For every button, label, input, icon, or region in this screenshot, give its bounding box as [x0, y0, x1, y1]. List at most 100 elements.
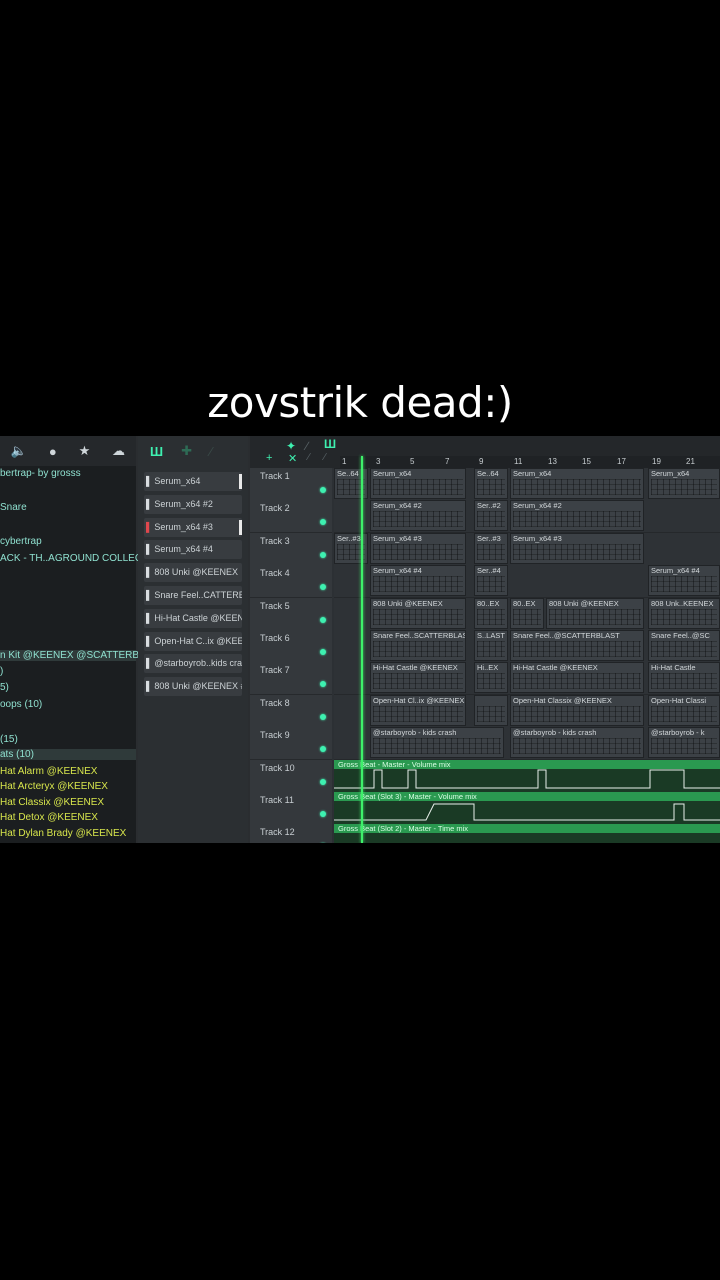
track-header[interactable]: Track 3 [250, 532, 332, 566]
pattern-clip[interactable]: @starboyrob - k [648, 727, 720, 759]
track-lane[interactable]: Snare Feel..SCATTERBLAST S..LAST Snare Fee… [334, 630, 720, 663]
pattern-clip[interactable]: Serum_x64 #3 [510, 532, 644, 564]
pattern-clip[interactable]: Serum_x64 #2 [370, 500, 466, 532]
pattern-clip[interactable]: @starboyrob - kids crash [510, 727, 644, 759]
pattern-clip[interactable]: Open-Hat Cl..ix @KEENEX [370, 694, 466, 726]
track-lane[interactable]: Serum_x64 #4 Ser..#4 Serum_x64 #4 [334, 565, 720, 599]
browser-file-item[interactable]: Hat Alarm @KEENEX [0, 766, 97, 777]
browser-folder-item[interactable]: n Kit @KEENEX @SCATTERBLAST [0, 650, 164, 661]
pattern-clip[interactable]: Serum_x64 #3 [370, 532, 466, 564]
track-lane[interactable]: Ser..#3 Serum_x64 #3 Ser..#3 Serum_x64 #3 [334, 532, 720, 566]
pattern-clip[interactable]: 80..EX [510, 597, 544, 629]
pattern-clip[interactable]: Snare Feel..@SCATTERBLAST [510, 630, 644, 661]
track-header[interactable]: Track 2 [250, 500, 332, 534]
channel-button[interactable]: ▌ Serum_x64 #2 [144, 494, 242, 514]
pattern-clip[interactable]: Serum_x64 [648, 468, 720, 499]
browser-folder-item[interactable]: ats (10) [0, 749, 136, 760]
add-icon[interactable]: ✚ [181, 443, 192, 459]
pattern-clip[interactable]: Hi-Hat Castle [648, 662, 720, 694]
track-header[interactable]: Track 11 [250, 792, 332, 825]
track-enable-led[interactable] [320, 713, 326, 720]
pattern-clip[interactable]: Snare Feel..@SC [648, 630, 720, 661]
browser-folder-item[interactable]: 5) [0, 682, 9, 693]
track-enable-led[interactable] [320, 487, 326, 493]
pattern-clip[interactable]: Ser..#2 [474, 500, 508, 532]
browser-file-item[interactable]: Hat Dylan Brady @KEENEX [0, 828, 126, 839]
automation-clip[interactable]: Gross Beat (Slot 2) - Master - Time mix [334, 824, 720, 843]
pattern-clip[interactable]: Se..64 [474, 468, 508, 499]
channel-button[interactable]: ▌Snare Feel..CATTERBLAST [144, 586, 242, 605]
pattern-clip[interactable]: Open-Hat Classi [648, 694, 720, 726]
add-icon[interactable]: + [266, 452, 272, 464]
globe-icon[interactable]: ● [49, 444, 57, 459]
track-enable-led[interactable] [320, 746, 326, 753]
track-enable-led[interactable] [320, 519, 326, 526]
browser-folder-item[interactable]: ) [0, 666, 3, 677]
timeline-ruler[interactable]: 1 3 5 7 9 11 13 15 17 19 21 [340, 456, 720, 468]
track-header[interactable]: Track 10 [250, 759, 332, 793]
pattern-clip[interactable]: Serum_x64 #4 [370, 565, 466, 597]
channel-button[interactable]: ▌ Serum_x64 #4 [144, 540, 242, 560]
track-header[interactable]: Track 5 [250, 597, 332, 631]
cloud-icon[interactable]: ☁ [112, 443, 125, 459]
pattern-clip[interactable]: S..LAST [474, 630, 508, 661]
channel-button[interactable]: ▌ Serum_x64 [144, 472, 242, 491]
browser-file-item[interactable]: Hat Arcteryx @KEENEX [0, 781, 108, 792]
select-icon[interactable]: ∕ [324, 452, 326, 463]
piano-icon[interactable]: Ш [150, 444, 163, 459]
pattern-clip[interactable]: Serum_x64 #2 [510, 500, 644, 532]
pattern-clip[interactable]: @starboyrob - kids crash [370, 727, 504, 759]
track-enable-led[interactable] [320, 616, 326, 623]
browser-folder-item[interactable]: oops (10) [0, 699, 42, 710]
channel-button[interactable]: ▌ 808 Unki @KEENEX [144, 563, 242, 583]
track-enable-led[interactable] [320, 584, 326, 591]
channel-button[interactable]: ▌ 808 Unki @KEENEX #2 [144, 677, 242, 697]
pattern-clip[interactable]: Hi-Hat Castle @KEENEX [510, 662, 644, 694]
pattern-clip[interactable]: 808 Unki @KEENEX [370, 597, 466, 629]
automation-curve[interactable] [334, 792, 720, 824]
pattern-clip[interactable]: 80..EX [474, 597, 508, 629]
track-header[interactable]: Track 4 [250, 565, 332, 599]
track-enable-led[interactable] [320, 551, 326, 558]
track-header[interactable]: Track 8 [250, 694, 332, 728]
delete-icon[interactable]: ✕ [288, 452, 297, 465]
pattern-clip[interactable]: 808 Unk..KEENEX [648, 597, 720, 629]
browser-folder-item[interactable]: cybertrap [0, 536, 42, 547]
automation-clip[interactable]: Gross Beat (Slot 3) - Master - Volume mi… [334, 792, 720, 825]
pattern-clip[interactable]: 808 Unki @KEENEX [546, 597, 644, 629]
track-lane[interactable]: Open-Hat Cl..ix @KEENEX Open-Hat Classix … [334, 694, 720, 728]
draw-icon[interactable]: ∕ [308, 452, 310, 463]
channel-button[interactable]: ▌Open-Hat C..ix @KEENEX [144, 631, 242, 651]
browser-folder-item[interactable]: (15) [0, 734, 18, 745]
piano-roll-icon[interactable]: Ш [324, 437, 336, 451]
pattern-clip[interactable]: Ser..#3 [474, 532, 508, 564]
track-header[interactable]: Track 7 [250, 662, 332, 696]
pattern-clip[interactable]: Serum_x64 #4 [648, 565, 720, 597]
channel-button[interactable]: ▌Hi-Hat Castle @KEENEX [144, 608, 242, 628]
browser-file-item[interactable]: Hat Classix @KEENEX [0, 797, 104, 808]
track-enable-led[interactable] [320, 649, 326, 655]
automation-curve[interactable] [334, 824, 720, 843]
track-lane[interactable]: Hi-Hat Castle @KEENEX Hi..EX Hi-Hat Castle… [334, 662, 720, 696]
pattern-clip[interactable]: Ser..#4 [474, 565, 508, 597]
track-lane[interactable]: Se..64 Serum_x64 Se..64 Serum_x64 Serum_x64 [334, 468, 720, 501]
pattern-clip[interactable]: Serum_x64 [510, 468, 644, 499]
channel-button[interactable]: ▌ @starboyrob..kids crash [144, 654, 242, 674]
track-enable-led[interactable] [320, 681, 326, 688]
star-icon[interactable]: ★ [79, 443, 91, 459]
pattern-clip[interactable]: Open-Hat Classix @KEENEX [510, 694, 644, 726]
pencil-icon[interactable]: ∕ [210, 444, 212, 459]
track-header[interactable]: Track 9 [250, 727, 332, 761]
pattern-clip[interactable]: Hi-Hat Castle @KEENEX [370, 662, 466, 694]
browser-folder-item[interactable]: bertrap- by grosss [0, 468, 81, 479]
automation-curve[interactable] [334, 760, 720, 792]
pattern-clip[interactable]: Snare Feel..SCATTERBLAST [370, 630, 466, 661]
slice-icon[interactable]: ∕ [306, 439, 308, 453]
track-lane[interactable]: Serum_x64 #2 Ser..#2 Serum_x64 #2 [334, 500, 720, 534]
browser-folder-item[interactable]: Snare [0, 502, 27, 513]
track-lane[interactable]: 808 Unki @KEENEX 80..EX 80..EX 808 Unki @KE… [334, 597, 720, 631]
browser-file-item[interactable]: Hat Detox @KEENEX [0, 812, 98, 823]
playhead[interactable] [361, 456, 363, 843]
pattern-clip[interactable] [474, 694, 508, 726]
track-header[interactable]: Track 6 [250, 630, 332, 663]
